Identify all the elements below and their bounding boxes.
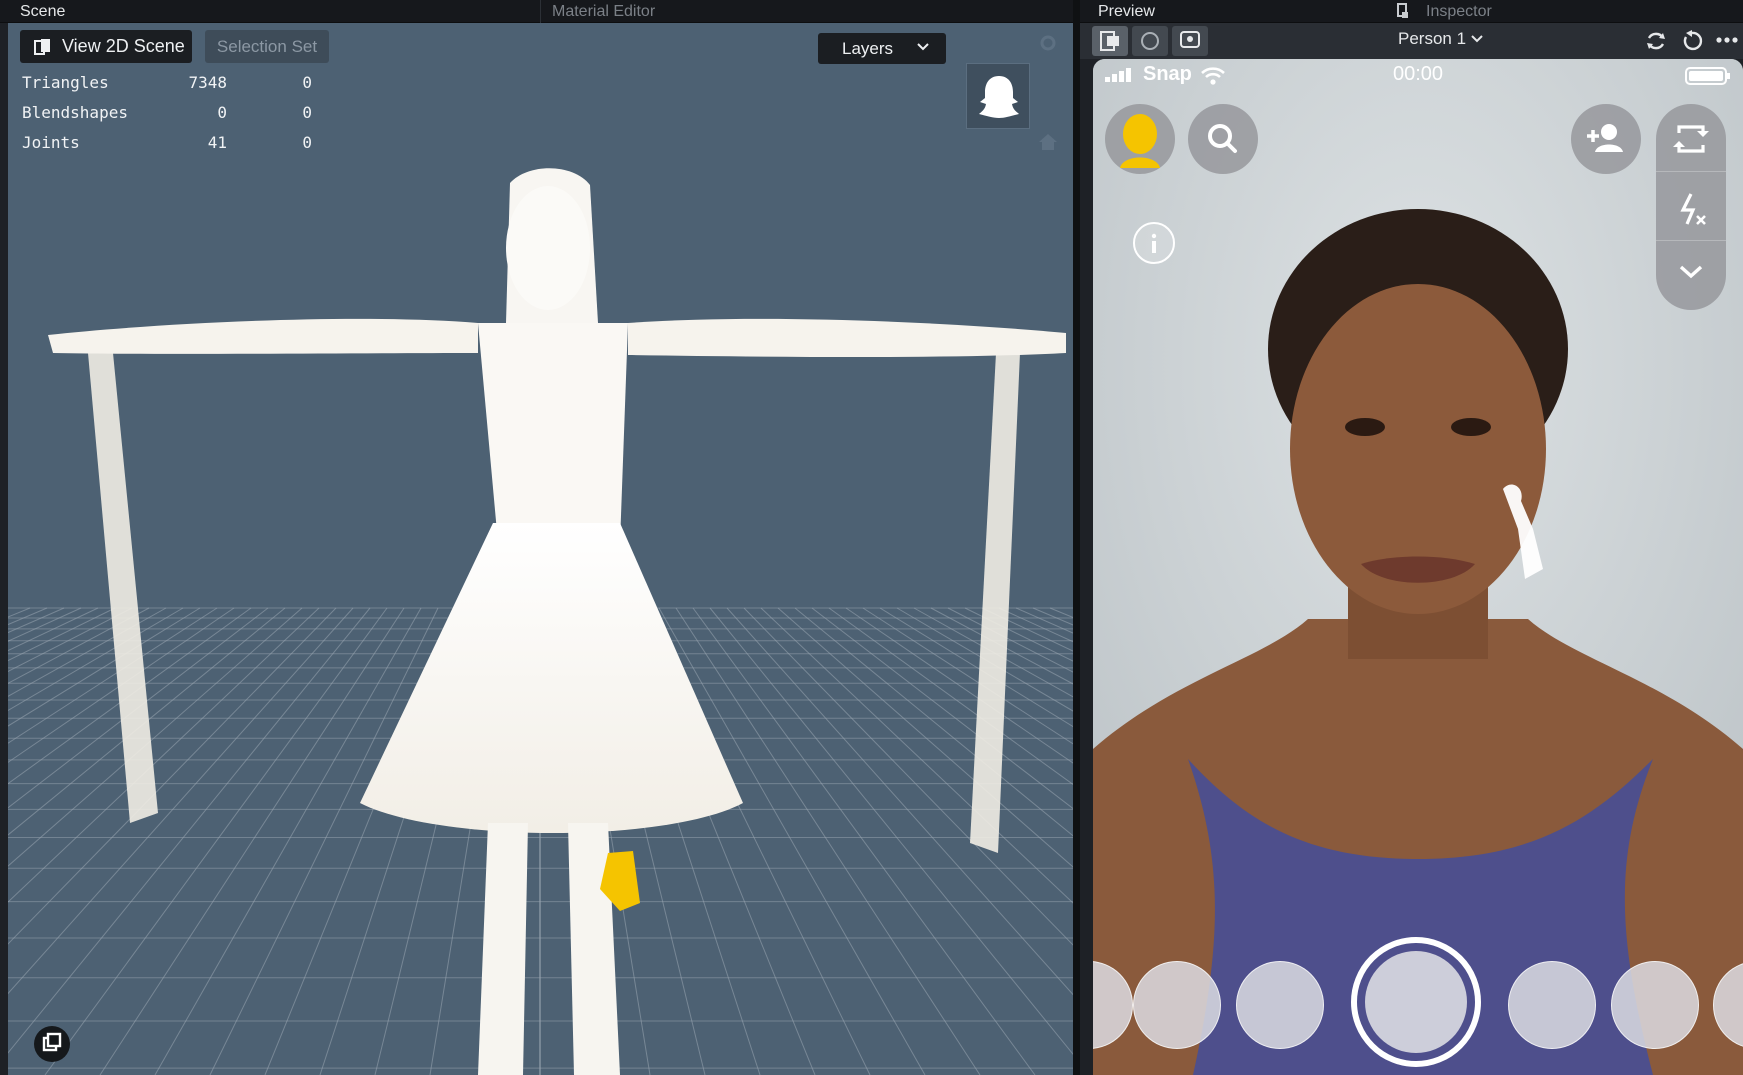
flash-off-icon[interactable] — [1671, 190, 1711, 230]
panel-splitter[interactable] — [1073, 0, 1080, 1075]
device-preview-button[interactable] — [1092, 26, 1128, 56]
orientation-cube[interactable] — [966, 63, 1030, 129]
monitor-button[interactable] — [1172, 26, 1208, 56]
monitor-icon — [1180, 31, 1200, 48]
stat-value: 41 — [207, 133, 227, 152]
status-clock: 00:00 — [1392, 63, 1444, 85]
view-2d-scene-button[interactable]: View 2D Scene — [20, 30, 192, 63]
copy-icon — [42, 1032, 62, 1052]
scene-stats: Triangles 7348 0 Blendshapes 0 0 Joints … — [22, 73, 312, 163]
chevron-down-icon[interactable] — [1676, 262, 1706, 282]
chevron-down-icon — [917, 43, 929, 51]
stat-label: Triangles — [22, 73, 109, 92]
phone-preview[interactable]: Snap 00:00 — [1093, 59, 1743, 1075]
lens-info-button[interactable] — [1133, 222, 1175, 264]
tab-inspector[interactable]: Inspector — [1418, 0, 1492, 23]
more-icon[interactable] — [1716, 35, 1738, 45]
person-select-value: Person 1 — [1398, 29, 1467, 48]
stat-row-joints: Joints 41 0 — [22, 133, 312, 163]
person-select[interactable]: Person 1 — [1398, 29, 1483, 49]
face-tracking-button[interactable] — [1132, 26, 1168, 56]
scene-panel: Scene Material Editor View 2D Scene Sele… — [0, 0, 1073, 1075]
scene-tabbar: Scene Material Editor — [0, 0, 1073, 23]
selection-set-button[interactable]: Selection Set — [205, 30, 329, 63]
lens-carousel-item[interactable] — [1611, 961, 1699, 1049]
add-friend-icon — [1587, 124, 1623, 152]
capture-button-center — [1365, 951, 1467, 1053]
stat-row-blendshapes: Blendshapes 0 0 — [22, 103, 312, 133]
gear-icon[interactable] — [1038, 33, 1058, 53]
lens-carousel-item[interactable] — [1508, 961, 1596, 1049]
dress-model — [48, 168, 1066, 1075]
add-friend-button[interactable] — [1571, 104, 1641, 174]
phone-statusbar: Snap 00:00 — [1093, 59, 1743, 91]
layers-label: Layers — [842, 39, 894, 58]
stat-value: 0 — [217, 103, 227, 122]
tab-preview[interactable]: Preview — [1090, 0, 1155, 23]
info-icon — [1151, 233, 1157, 253]
inspector-pin-icon — [1397, 3, 1408, 18]
layers-dropdown[interactable]: Layers — [818, 33, 946, 64]
search-icon — [1208, 124, 1237, 153]
swap-camera-icon[interactable] — [1644, 29, 1668, 53]
stat-selected: 0 — [302, 73, 312, 92]
stat-label: Joints — [22, 133, 80, 152]
lens-studio-window: Scene Material Editor View 2D Scene Sele… — [0, 0, 1743, 1075]
face-icon — [1141, 32, 1159, 50]
view-2d-label: View 2D Scene — [62, 36, 185, 56]
tab-material-editor[interactable]: Material Editor — [532, 0, 655, 23]
lens-carousel-item[interactable] — [1133, 961, 1221, 1049]
stat-row-triangles: Triangles 7348 0 — [22, 73, 312, 103]
home-icon[interactable] — [1038, 133, 1058, 151]
rail-divider — [1656, 240, 1726, 241]
stat-selected: 0 — [302, 103, 312, 122]
flip-camera-icon[interactable] — [1671, 119, 1711, 159]
device-icon — [1100, 31, 1119, 51]
battery-icon — [1685, 67, 1730, 85]
scene-viewport[interactable]: View 2D Scene Selection Set Layers Trian… — [8, 23, 1073, 1075]
view-2d-icon — [34, 39, 50, 55]
tab-scene[interactable]: Scene — [0, 0, 65, 23]
stat-value: 7348 — [188, 73, 227, 92]
camera-controls-rail — [1656, 104, 1726, 310]
preview-panel: Preview Inspector Person 1 Snap 00:00 — [1080, 0, 1743, 1075]
chevron-down-icon — [1471, 35, 1483, 43]
snap-ghost-icon — [979, 76, 1019, 118]
preview-toolbar: Person 1 — [1080, 23, 1743, 59]
stat-selected: 0 — [302, 133, 312, 152]
rail-divider — [1656, 171, 1726, 172]
reset-icon[interactable] — [1680, 29, 1704, 53]
camera-feed — [1093, 59, 1743, 1075]
profile-icon — [1120, 114, 1160, 168]
bitmoji-button[interactable] — [1105, 104, 1175, 174]
stat-label: Blendshapes — [22, 103, 128, 122]
capture-button[interactable] — [1351, 937, 1481, 1067]
lens-carousel-item[interactable] — [1236, 961, 1324, 1049]
viewport-options-button[interactable] — [34, 1026, 70, 1062]
preview-tabbar: Preview Inspector — [1080, 0, 1743, 23]
search-button[interactable] — [1188, 104, 1258, 174]
